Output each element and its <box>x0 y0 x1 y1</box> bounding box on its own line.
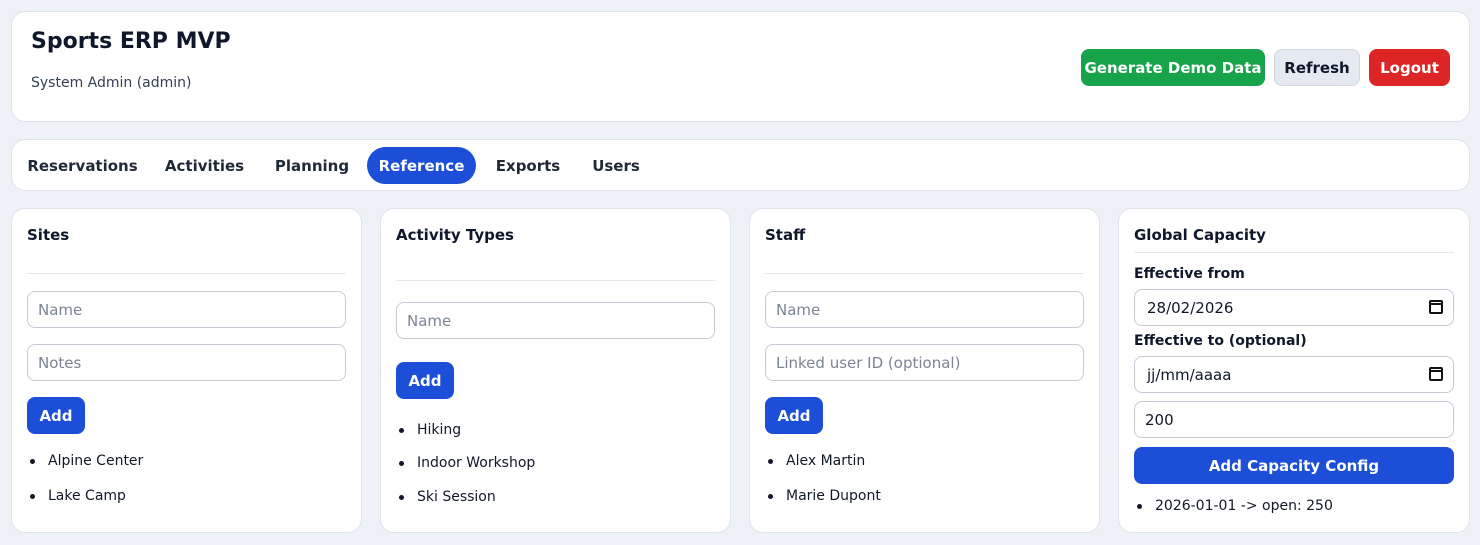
site-item-label: Alpine Center <box>48 453 144 469</box>
divider <box>396 280 715 281</box>
site-item-label: Lake Camp <box>48 488 126 504</box>
effective-from-label: Effective from <box>1134 266 1245 282</box>
tab-exports[interactable]: Exports <box>488 147 568 184</box>
tab-activities[interactable]: Activities <box>157 147 252 184</box>
sites-title: Sites <box>27 226 70 244</box>
tab-users[interactable]: Users <box>582 147 650 184</box>
staff-card: Staff Add Alex Martin Marie Dupont <box>749 208 1100 533</box>
app-title: Sports ERP MVP <box>31 29 231 54</box>
activity-types-title: Activity Types <box>396 226 514 244</box>
capacity-input[interactable] <box>1134 401 1454 438</box>
activity-type-item-label: Indoor Workshop <box>417 455 536 471</box>
staff-title: Staff <box>765 226 806 244</box>
list-item: Alex Martin <box>768 453 865 469</box>
capacity-item-label: 2026-01-01 -> open: 250 <box>1155 498 1333 514</box>
activity-type-name-input[interactable] <box>396 302 715 339</box>
staff-name-input[interactable] <box>765 291 1084 328</box>
list-item: Alpine Center <box>30 453 143 469</box>
refresh-button[interactable]: Refresh <box>1274 49 1360 86</box>
generate-demo-data-button[interactable]: Generate Demo Data <box>1081 49 1265 86</box>
site-notes-input[interactable] <box>27 344 346 381</box>
logout-button[interactable]: Logout <box>1369 49 1450 86</box>
effective-from-value: 28/02/2026 <box>1147 298 1234 317</box>
sites-card: Sites Add Alpine Center Lake Camp <box>11 208 362 533</box>
divider <box>27 273 346 274</box>
tab-reference[interactable]: Reference <box>367 147 476 184</box>
effective-to-label: Effective to (optional) <box>1134 333 1307 349</box>
global-capacity-card: Global Capacity Effective from 28/02/202… <box>1118 208 1470 533</box>
effective-to-date-input[interactable]: jj/mm/aaaa <box>1134 356 1454 393</box>
list-item: Hiking <box>399 422 461 438</box>
list-item: Marie Dupont <box>768 488 881 504</box>
list-item: 2026-01-01 -> open: 250 <box>1137 498 1333 514</box>
divider <box>1134 252 1454 253</box>
add-activity-type-button[interactable]: Add <box>396 362 454 399</box>
app-header: Sports ERP MVP System Admin (admin) Gene… <box>11 11 1470 122</box>
tab-planning[interactable]: Planning <box>267 147 357 184</box>
add-staff-button[interactable]: Add <box>765 397 823 434</box>
activity-type-item-label: Ski Session <box>417 489 496 505</box>
list-item: Indoor Workshop <box>399 455 535 471</box>
list-item: Lake Camp <box>30 488 126 504</box>
current-user: System Admin (admin) <box>31 75 192 91</box>
activity-types-card: Activity Types Add Hiking Indoor Worksho… <box>380 208 731 533</box>
tab-reservations[interactable]: Reservations <box>20 147 145 184</box>
site-name-input[interactable] <box>27 291 346 328</box>
divider <box>765 273 1084 274</box>
main-tabs: Reservations Activities Planning Referen… <box>11 139 1470 191</box>
staff-item-label: Marie Dupont <box>786 488 881 504</box>
add-capacity-config-button[interactable]: Add Capacity Config <box>1134 447 1454 484</box>
calendar-icon[interactable] <box>1429 300 1443 314</box>
activity-type-item-label: Hiking <box>417 422 462 438</box>
staff-item-label: Alex Martin <box>786 453 866 469</box>
list-item: Ski Session <box>399 489 496 505</box>
add-site-button[interactable]: Add <box>27 397 85 434</box>
linked-user-id-input[interactable] <box>765 344 1084 381</box>
calendar-icon[interactable] <box>1429 367 1443 381</box>
effective-to-value: jj/mm/aaaa <box>1147 365 1232 384</box>
global-capacity-title: Global Capacity <box>1134 226 1266 244</box>
effective-from-date-input[interactable]: 28/02/2026 <box>1134 289 1454 326</box>
